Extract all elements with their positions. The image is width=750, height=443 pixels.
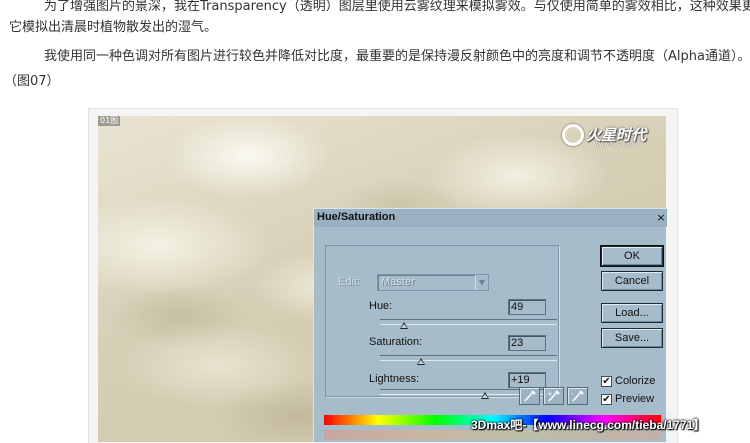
site-logo: 火星时代 www.hxsd.com xyxy=(556,122,666,150)
logo-subtext: www.hxsd.com xyxy=(594,141,640,148)
edit-select[interactable]: Master ▼ xyxy=(377,274,489,291)
colorize-label: Colorize xyxy=(615,375,656,387)
adjustment-group: Edit: Master ▼ Hue: 49 Saturation: 23 Li… xyxy=(325,245,559,399)
edit-label: Edit: xyxy=(338,276,361,288)
svg-text:+: + xyxy=(547,390,553,398)
lightness-label: Lightness: xyxy=(369,373,420,385)
hue-saturation-dialog: Hue/Saturation × Edit: Master ▼ Hue: 49 … xyxy=(313,208,667,442)
eyedropper-minus-icon[interactable]: - xyxy=(567,387,588,405)
colorize-checkbox[interactable]: ✔ xyxy=(601,376,612,387)
hue-slider-thumb[interactable] xyxy=(400,322,409,329)
preview-checkbox[interactable]: ✔ xyxy=(601,394,612,405)
saturation-slider-track[interactable] xyxy=(380,355,557,361)
lightness-input[interactable]: +19 xyxy=(508,372,546,388)
saturation-input[interactable]: 23 xyxy=(508,335,546,351)
load-button[interactable]: Load... xyxy=(601,303,663,323)
preview-label: Preview xyxy=(615,393,655,405)
hue-input[interactable]: 49 xyxy=(508,299,546,315)
dialog-title: Hue/Saturation xyxy=(317,211,396,223)
ok-button[interactable]: OK xyxy=(600,245,664,267)
svg-text:-: - xyxy=(571,390,574,398)
article-line-2: 它模拟出清晨时植物散发出的湿气。 xyxy=(9,20,218,35)
saturation-label: Saturation: xyxy=(369,336,423,348)
hue-label: Hue: xyxy=(369,300,393,312)
eyedropper-tools: + - xyxy=(519,387,589,405)
edit-select-value: Master xyxy=(381,276,415,288)
close-icon[interactable]: × xyxy=(655,211,667,224)
article-line-3: 我使用同一种色调对所有图片进行较色并降低对比度，最重要的是保持漫反射颜色中的亮度… xyxy=(44,49,750,64)
site-watermark: 3Dmax吧-【www.linecg.com/tieba/1771】 xyxy=(471,418,706,432)
dialog-titlebar[interactable]: Hue/Saturation × xyxy=(314,209,667,227)
saturation-slider-thumb[interactable] xyxy=(416,358,425,365)
lightness-slider-thumb[interactable] xyxy=(481,392,490,399)
logo-ring-icon xyxy=(562,124,584,146)
save-button[interactable]: Save... xyxy=(601,328,663,348)
eyedropper-plus-icon[interactable]: + xyxy=(543,387,564,405)
image-tag: 01图 xyxy=(98,116,121,126)
cancel-button[interactable]: Cancel xyxy=(601,271,663,291)
article-line-1: 为了增强图片的景深，我在Transparency（透明）图层里使用云雾纹理来模拟… xyxy=(44,0,750,14)
chevron-down-icon[interactable]: ▼ xyxy=(475,275,488,290)
eyedropper-icon[interactable] xyxy=(519,387,540,405)
article-line-4: （图07） xyxy=(4,74,60,89)
